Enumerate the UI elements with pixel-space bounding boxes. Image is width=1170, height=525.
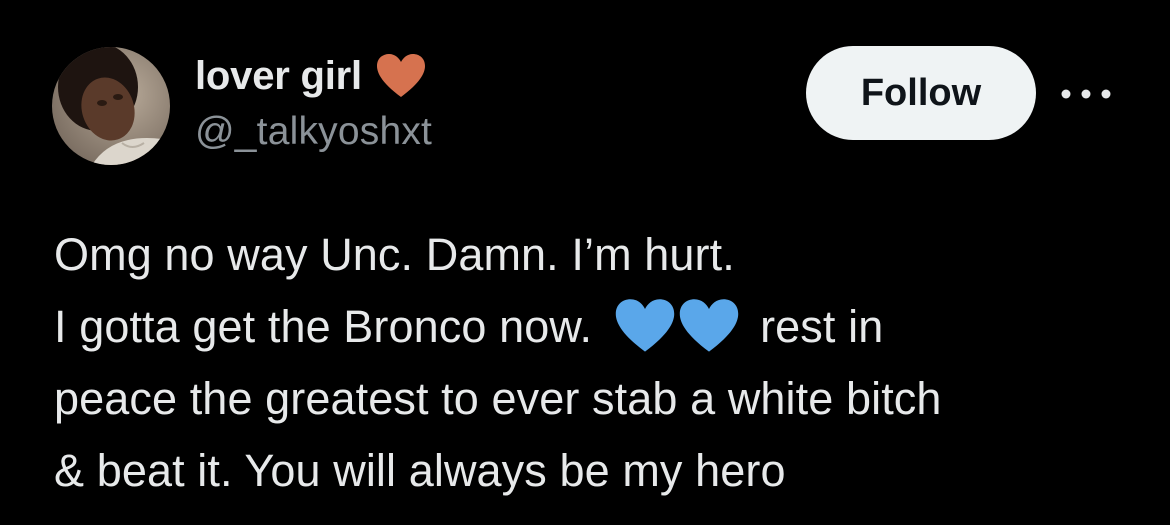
avatar[interactable] <box>52 47 170 165</box>
emoji-group <box>614 298 742 354</box>
blue-heart-icon <box>614 298 676 354</box>
tweet-line-1: Omg no way Unc. Damn. I’m hurt. <box>54 229 735 280</box>
tweet-card: lover girl @_talkyoshxt Follow Omg no wa… <box>0 0 1170 525</box>
more-options-icon <box>1061 89 1111 99</box>
user-handle[interactable]: @_talkyoshxt <box>195 110 432 154</box>
blue-heart-icon <box>678 298 740 354</box>
display-name[interactable]: lover girl <box>195 54 362 99</box>
name-row: lover girl <box>195 50 426 102</box>
tweet-line-4: & beat it. You will always be my hero <box>54 445 786 496</box>
tweet-line-2-end: rest in <box>760 301 884 352</box>
avatar-image <box>52 47 170 165</box>
tweet-text: Omg no way Unc. Damn. I’m hurt. I gotta … <box>54 219 1134 507</box>
tweet-line-2-start: I gotta get the Bronco now. <box>54 301 593 352</box>
orange-heart-icon <box>376 53 426 99</box>
more-options-button[interactable] <box>1058 76 1114 112</box>
tweet-line-2: I gotta get the Bronco now. rest in <box>54 291 1134 363</box>
follow-button[interactable]: Follow <box>806 46 1036 140</box>
tweet-line-3: peace the greatest to ever stab a white … <box>54 373 942 424</box>
